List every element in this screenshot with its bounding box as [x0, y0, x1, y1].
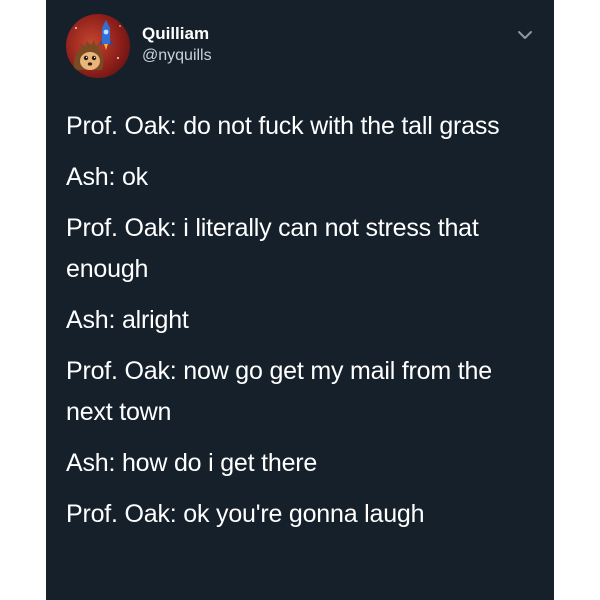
tweet-line: Ash: ok	[66, 163, 148, 191]
tweet-card: Quilliam @nyquills Prof. Oak: do not fuc…	[46, 0, 554, 600]
hedgehog-rocket-icon	[73, 20, 121, 70]
user-handle[interactable]: @nyquills	[142, 45, 212, 67]
tweet-header: Quilliam @nyquills	[66, 14, 538, 78]
tweet-line: Prof. Oak: do not fuck with the tall gra…	[66, 112, 500, 140]
avatar[interactable]	[66, 14, 130, 78]
tweet-line: Prof. Oak: ok you're gonna laugh	[66, 500, 425, 528]
chevron-down-icon[interactable]	[514, 24, 536, 46]
tweet-line: Prof. Oak: now go get my mail from the n…	[66, 357, 492, 426]
display-name[interactable]: Quilliam	[142, 23, 212, 45]
author-names: Quilliam @nyquills	[142, 23, 212, 67]
tweet-line: Ash: how do i get there	[66, 449, 318, 477]
tweet-line: Ash: alright	[66, 306, 189, 334]
tweet-line: Prof. Oak: i literally can not stress th…	[66, 214, 479, 283]
tweet-text: Prof. Oak: do not fuck with the tall gra…	[66, 106, 536, 545]
